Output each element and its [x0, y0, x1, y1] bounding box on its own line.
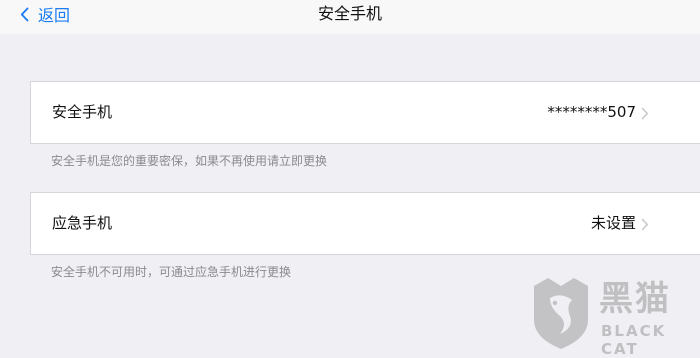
black-cat-watermark: 黑猫 BLACK CAT: [530, 276, 700, 358]
chevron-right-icon: [641, 218, 649, 231]
row-label: 应急手机: [52, 214, 113, 232]
navigation-bar: 返回 安全手机: [0, 0, 700, 34]
row-label: 安全手机: [52, 103, 113, 121]
masked-phone-value: ********507: [547, 103, 636, 121]
emergency-phone-row[interactable]: 应急手机 未设置: [30, 192, 700, 255]
chevron-right-icon: [641, 107, 649, 120]
cat-shield-icon: [534, 278, 588, 349]
emergency-phone-hint: 安全手机不可用时，可通过应急手机进行更换: [51, 265, 292, 279]
watermark-subtitle: BLACK CAT: [601, 322, 667, 358]
watermark-brand: 黑猫: [599, 279, 671, 319]
page-title: 安全手机: [317, 4, 382, 23]
security-phone-row[interactable]: 安全手机 ********507: [30, 81, 700, 144]
security-phone-hint: 安全手机是您的重要密保，如果不再使用请立即更换: [51, 154, 328, 168]
emergency-phone-value: 未设置: [590, 214, 636, 232]
